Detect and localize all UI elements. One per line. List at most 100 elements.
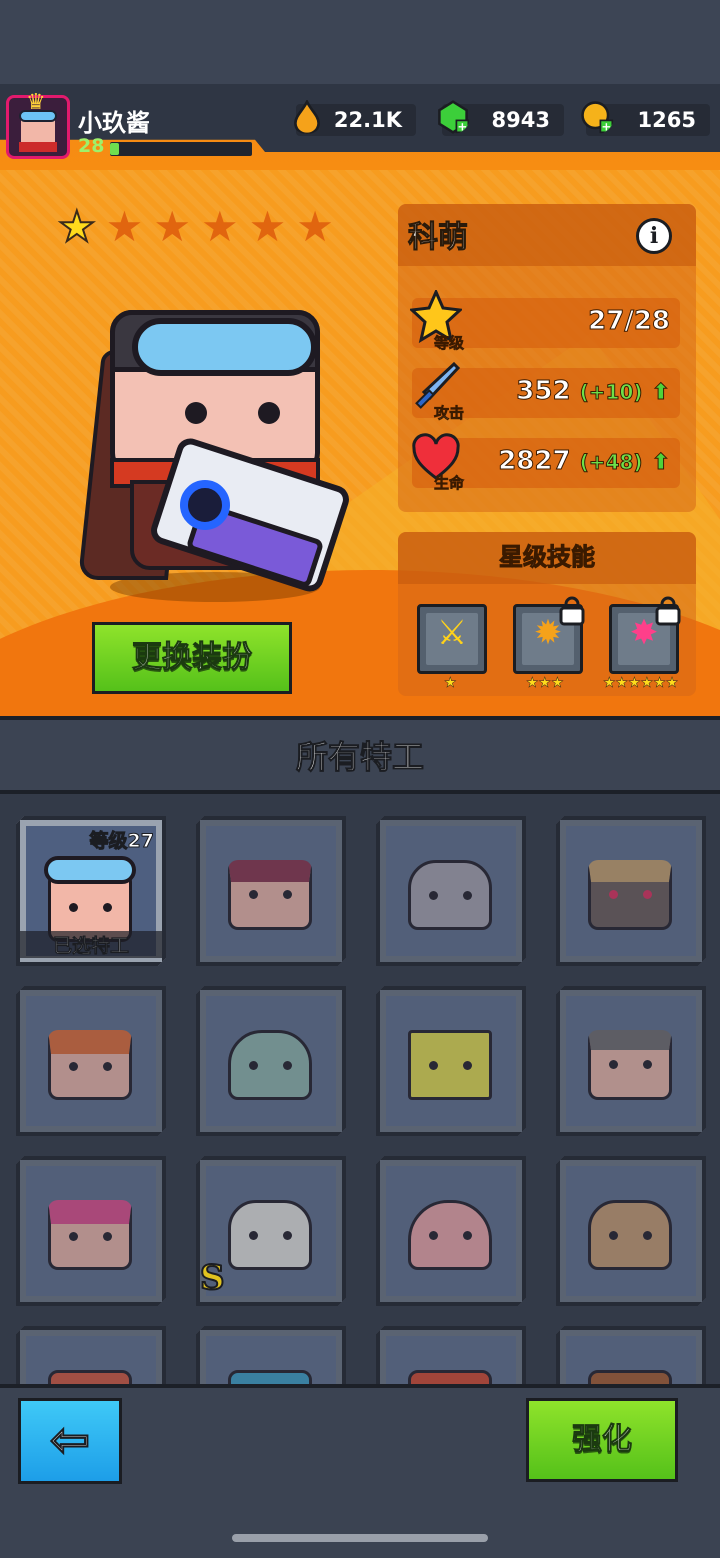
- agent-card[interactable]: [196, 1326, 346, 1384]
- agent-face: [48, 1200, 132, 1270]
- agent-eye: [283, 1061, 292, 1070]
- agent-card-bg: [386, 996, 516, 1126]
- agent-face: [588, 1370, 672, 1384]
- attack-value: 352: [516, 376, 571, 407]
- agent-visor: [44, 856, 136, 884]
- agent-eye: [463, 1061, 472, 1070]
- agent-card[interactable]: [16, 1326, 166, 1384]
- hp-label: 生命: [434, 474, 465, 493]
- agent-face: [228, 860, 312, 930]
- attack-increase: (+10): [579, 380, 643, 405]
- agent-card[interactable]: [376, 986, 526, 1136]
- arrow-up-icon: ⬆: [651, 450, 670, 476]
- agent-card[interactable]: [556, 816, 706, 966]
- agent-face: [588, 860, 672, 930]
- agent-card-selected[interactable]: 等级27 已选特工: [16, 816, 166, 966]
- agent-eye: [463, 891, 472, 900]
- hp-value: 2827: [498, 446, 571, 477]
- arrow-left-icon: ⇦: [49, 1411, 91, 1469]
- agent-eye: [283, 890, 292, 899]
- agent-card-bg: [566, 1336, 696, 1384]
- stat-row-hp: 生命 2827 (+48) ⬆: [412, 433, 680, 492]
- agent-eye: [103, 903, 112, 912]
- agent-card[interactable]: [556, 1326, 706, 1384]
- agent-face: [48, 1370, 132, 1384]
- agent-card[interactable]: [196, 986, 346, 1136]
- info-icon[interactable]: i: [636, 218, 672, 254]
- hero-visor: [132, 318, 317, 376]
- sword-plus-icon: ⚔: [436, 613, 468, 653]
- hp-stat: 2827 (+48) ⬆: [498, 446, 671, 477]
- agent-face: [228, 1200, 312, 1270]
- hero-character: [77, 300, 353, 610]
- fuel-drop-icon: [294, 100, 320, 134]
- xp-bar-fill: [110, 143, 119, 155]
- stat-row-level: 等级 27/28: [410, 290, 680, 352]
- attack-stat: 352 (+10) ⬆: [516, 376, 671, 407]
- star-icon: ★: [296, 202, 334, 251]
- agent-card[interactable]: [16, 986, 166, 1136]
- agent-card-bg: [26, 996, 156, 1126]
- hero-name: 科萌: [408, 220, 469, 256]
- skill-slot-1[interactable]: ⚔: [417, 604, 487, 674]
- agent-eye: [103, 1232, 112, 1241]
- agent-card[interactable]: [556, 986, 706, 1136]
- arrow-up-icon: ⬆: [651, 380, 670, 406]
- green-gem-icon: +: [438, 100, 470, 134]
- agent-card[interactable]: [16, 1156, 166, 1306]
- agents-section-title: 所有特工: [295, 738, 424, 777]
- agent-card[interactable]: [376, 1326, 526, 1384]
- agent-face: [408, 860, 492, 930]
- agent-eye: [283, 1231, 292, 1240]
- selected-agent-tag: 已选特工: [20, 931, 162, 958]
- star-icon: ★: [200, 202, 239, 251]
- hero-gun-ring: [180, 480, 230, 530]
- skill-2-stars: ★★★: [526, 675, 564, 692]
- agent-eye: [249, 890, 258, 899]
- agent-card[interactable]: [376, 816, 526, 966]
- agent-face: [48, 1030, 132, 1100]
- agent-eye: [643, 890, 652, 899]
- agent-card[interactable]: [196, 816, 346, 966]
- upgrade-button[interactable]: 强化: [526, 1398, 678, 1482]
- agent-eye: [609, 1060, 618, 1069]
- status-bar: [0, 0, 720, 84]
- back-button[interactable]: ⇦: [18, 1398, 122, 1484]
- agent-eye: [429, 1231, 438, 1240]
- level-label: 等级: [434, 334, 465, 353]
- star-icon: ★: [105, 202, 144, 251]
- hero-eye-right: [258, 402, 280, 424]
- agent-card[interactable]: [556, 1156, 706, 1306]
- agent-face: [228, 1370, 312, 1384]
- player-name: 小玖酱: [78, 109, 150, 137]
- agent-card[interactable]: [376, 1156, 526, 1306]
- hp-increase: (+48): [579, 450, 643, 475]
- agent-card-bg: [206, 826, 336, 956]
- hero-gun: [147, 434, 353, 596]
- agent-face: [408, 1370, 492, 1384]
- hero-eye-left: [185, 402, 207, 424]
- selected-agent-level: 等级27: [89, 830, 154, 852]
- agent-eye: [69, 1062, 78, 1071]
- agent-eye: [609, 1231, 618, 1240]
- agent-eye: [69, 1232, 78, 1241]
- player-level: 28: [78, 135, 105, 157]
- agent-card-bg: [386, 1166, 516, 1296]
- avatar-scarf: [19, 142, 57, 152]
- home-indicator[interactable]: [232, 1534, 488, 1542]
- hero-star-rating: ★ ★ ★ ★ ★ ★: [57, 202, 334, 251]
- crown-icon: ♛: [26, 90, 46, 115]
- star-icon: ★: [248, 202, 287, 251]
- agent-card-bg: [566, 826, 696, 956]
- agent-card[interactable]: S: [196, 1156, 346, 1306]
- s-rank-badge: S: [200, 1258, 225, 1298]
- skill-3-stars: ★★★★★★: [603, 675, 679, 692]
- agent-eye: [103, 1062, 112, 1071]
- change-costume-button[interactable]: 更换装扮: [92, 622, 292, 694]
- agent-face: [588, 1200, 672, 1270]
- agent-eye: [69, 903, 78, 912]
- agent-eye: [249, 1231, 258, 1240]
- lock-icon: [559, 596, 585, 626]
- agent-eye: [429, 891, 438, 900]
- agent-card-bg: [386, 1336, 516, 1384]
